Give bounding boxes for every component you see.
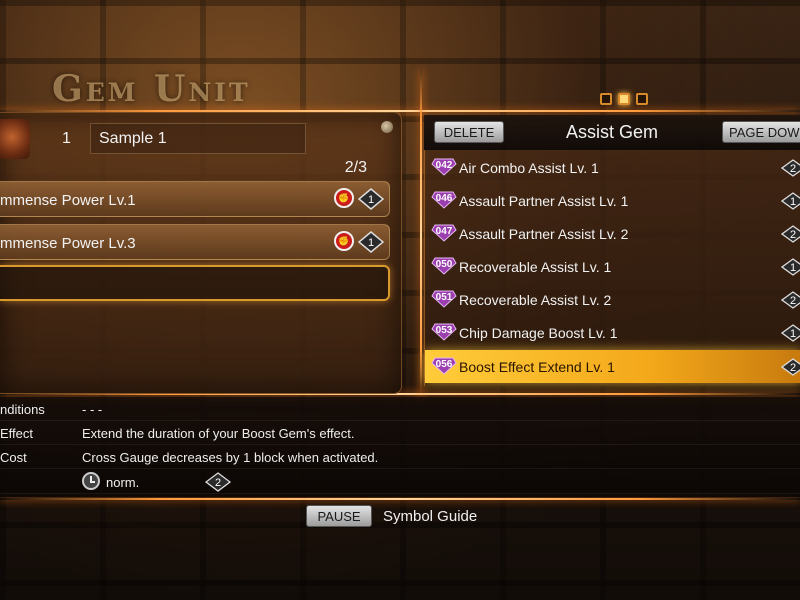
page-down-button[interactable]: PAGE DOWN: [722, 121, 800, 143]
gem-name: Recoverable Assist Lv. 2: [459, 292, 612, 308]
gem-number: 056: [435, 359, 453, 370]
gem-info-panel: nditions - - - Effect Extend the duratio…: [0, 397, 800, 497]
gem-number: 042: [435, 160, 453, 171]
diamond-cost-icon: 2: [781, 159, 800, 177]
page-dot-active: [618, 93, 630, 105]
diamond-cost-icon: 1: [781, 258, 800, 276]
gem-name: Assault Partner Assist Lv. 2: [459, 226, 629, 242]
diamond-cost-icon: 1: [781, 192, 800, 210]
gem-name: Boost Effect Extend Lv. 1: [459, 359, 615, 375]
diamond-cost-icon: 2: [781, 358, 800, 376]
pause-button[interactable]: PAUSE: [306, 505, 372, 527]
diamond-cost-icon: 1: [358, 231, 384, 253]
info-conditions-row: nditions - - -: [0, 397, 800, 421]
screw-icon: [381, 121, 393, 133]
svg-text:1: 1: [368, 194, 374, 206]
gem-number: 046: [435, 193, 453, 204]
gem-number: 053: [435, 325, 453, 336]
clock-icon: [82, 472, 100, 490]
glow-line-vertical: [420, 70, 422, 400]
gem-slot-label: mmense Power Lv.3: [0, 235, 136, 252]
slot-count: 2/3: [344, 159, 367, 176]
diamond-cost-icon: 1: [358, 188, 384, 210]
gem-number: 051: [435, 292, 453, 303]
gem-list-item[interactable]: 053 Chip Damage Boost Lv. 1 1: [425, 316, 800, 349]
svg-text:2: 2: [790, 229, 796, 241]
page-dot: [600, 93, 612, 105]
diamond-cost-icon: 2: [205, 472, 231, 492]
diamond-cost-icon: 1: [781, 324, 800, 342]
gem-name: Recoverable Assist Lv. 1: [459, 259, 612, 275]
fist-category-icon: ✊: [334, 231, 354, 251]
gem-slot-label: mmense Power Lv.1: [0, 192, 136, 209]
svg-text:2: 2: [790, 295, 796, 307]
conditions-value: - - -: [82, 402, 103, 417]
gem-list-item[interactable]: 051 Recoverable Assist Lv. 2 2: [425, 283, 800, 316]
svg-text:1: 1: [368, 237, 374, 249]
gem-list-item[interactable]: 047 Assault Partner Assist Lv. 2 2: [425, 217, 800, 250]
fist-category-icon: ✊: [334, 188, 354, 208]
gem-name: Air Combo Assist Lv. 1: [459, 160, 599, 176]
speed-value: norm.: [106, 475, 140, 490]
cost-value: Cross Gauge decreases by 1 block when ac…: [82, 450, 379, 465]
gem-list-item[interactable]: 046 Assault Partner Assist Lv. 1 1: [425, 184, 800, 217]
gem-number: 050: [435, 259, 453, 270]
gem-list-item-selected[interactable]: 056 Boost Effect Extend Lv. 1 2: [425, 350, 800, 383]
set-name-field[interactable]: Sample 1: [90, 123, 306, 154]
info-speed-row: norm. 2: [0, 470, 800, 494]
gem-name: Assault Partner Assist Lv. 1: [459, 193, 629, 209]
gem-slot-2[interactable]: mmense Power Lv.3 ✊ 1: [0, 224, 390, 260]
svg-text:2: 2: [790, 163, 796, 175]
assist-gem-header: DELETE Assist Gem PAGE DOWN: [424, 115, 800, 150]
gem-name: Chip Damage Boost Lv. 1: [459, 325, 618, 341]
gem-slot-1[interactable]: mmense Power Lv.1 ✊ 1: [0, 181, 390, 217]
character-avatar: [0, 119, 30, 159]
svg-text:1: 1: [790, 262, 796, 274]
gem-set-panel: 1 Sample 1 2/3 mmense Power Lv.1 ✊ 1 mme…: [0, 112, 402, 394]
screen-title: Gem Unit: [52, 68, 251, 110]
page-dot: [636, 93, 648, 105]
gem-list-item[interactable]: 042 Air Combo Assist Lv. 1 2: [425, 151, 800, 184]
cost-label: Cost: [0, 450, 27, 465]
effect-label: Effect: [0, 426, 34, 441]
info-effect-row: Effect Extend the duration of your Boost…: [0, 421, 800, 445]
diamond-cost-icon: 2: [781, 291, 800, 309]
symbol-guide-label: Symbol Guide: [383, 508, 478, 525]
conditions-label: nditions: [0, 402, 45, 417]
assist-gem-list: 042 Air Combo Assist Lv. 1 2 046 Assault…: [424, 150, 800, 386]
svg-text:2: 2: [790, 362, 796, 374]
svg-text:1: 1: [790, 328, 796, 340]
svg-text:1: 1: [790, 196, 796, 208]
effect-value: Extend the duration of your Boost Gem's …: [82, 426, 355, 441]
gem-list-item[interactable]: 050 Recoverable Assist Lv. 1 1: [425, 250, 800, 283]
glow-line-bottom: [0, 498, 800, 500]
page-indicator: [600, 93, 648, 105]
svg-text:2: 2: [215, 477, 221, 489]
diamond-cost-icon: 2: [781, 225, 800, 243]
gem-slot-3-empty[interactable]: [0, 265, 390, 301]
set-number: 1: [62, 130, 71, 147]
info-cost-row: Cost Cross Gauge decreases by 1 block wh…: [0, 445, 800, 469]
gem-number: 047: [435, 226, 453, 237]
